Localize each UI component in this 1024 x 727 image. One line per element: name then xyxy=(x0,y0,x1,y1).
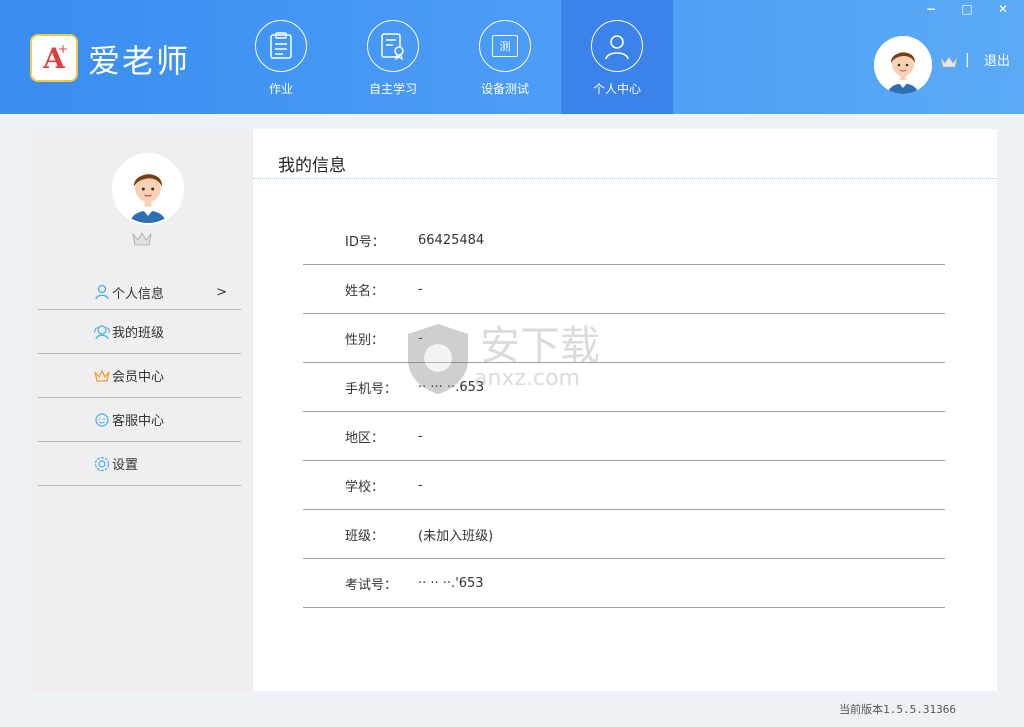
field-value: ·· ·· ··.'653 xyxy=(418,575,484,591)
field-value: - xyxy=(418,428,423,444)
nav-self-study-label: 自主学习 xyxy=(368,82,417,96)
sidebar-item-member-center[interactable]: 会员中心 xyxy=(38,354,241,398)
info-row-exam-number: 考试号： ·· ·· ··.'653 xyxy=(303,559,945,608)
window-controls: − □ ✕ xyxy=(924,2,1010,16)
sidebar-item-label: 个人信息 xyxy=(112,286,165,302)
clipboard-icon xyxy=(255,20,307,72)
sidebar-item-personal-info[interactable]: 个人信息 > xyxy=(38,275,241,310)
sidebar-item-label: 设置 xyxy=(112,458,139,473)
person-icon xyxy=(94,284,110,300)
info-row-name: 姓名： - xyxy=(303,265,945,314)
field-value: - xyxy=(418,477,423,493)
device-test-icon: 测 xyxy=(479,20,531,72)
maximize-button[interactable]: □ xyxy=(960,2,974,16)
field-value: (未加入班级) xyxy=(418,528,494,544)
watermark: 安下载 anxz.com xyxy=(402,320,600,396)
nav-personal-center[interactable]: 个人中心 xyxy=(561,0,673,114)
nav-self-study[interactable]: 自主学习 xyxy=(337,0,449,114)
study-certificate-icon xyxy=(367,20,419,72)
watermark-subtext: anxz.com xyxy=(474,365,580,391)
info-row-phone: 手机号： ·· ··· ··.653 xyxy=(303,363,945,412)
field-label: 手机号： xyxy=(345,381,398,397)
page-title: 我的信息 xyxy=(278,156,346,176)
nav-personal-center-label: 个人中心 xyxy=(592,82,641,96)
app-header: A + 爱老师 作业 自主学习 测 设备测试 个人中心 − □ ✕ | 退出 xyxy=(0,0,1024,114)
app-title: 爱老师 xyxy=(88,42,191,80)
sidebar-item-support[interactable]: 客服中心 xyxy=(38,398,241,442)
nav-homework[interactable]: 作业 xyxy=(225,0,337,114)
info-list: ID号： 66425484 姓名： - 性别： - 手机号： ·· ··· ··… xyxy=(303,216,945,608)
field-label: 学校： xyxy=(345,479,385,495)
logout-button[interactable]: 退出 xyxy=(978,51,1016,73)
nav-homework-label: 作业 xyxy=(268,82,293,96)
field-label: ID号： xyxy=(345,234,385,250)
class-group-icon xyxy=(94,324,110,340)
nav-device-test[interactable]: 测 设备测试 xyxy=(449,0,561,114)
sidebar: 个人信息 > 我的班级 会员中心 客服中心 设置 xyxy=(30,129,253,691)
info-row-id: ID号： 66425484 xyxy=(303,216,945,265)
version-label: 当前版本1.5.5.31366 xyxy=(839,703,956,716)
chevron-right-icon: > xyxy=(216,284,227,300)
user-icon xyxy=(591,20,643,72)
close-button[interactable]: ✕ xyxy=(996,2,1010,16)
sidebar-item-settings[interactable]: 设置 xyxy=(38,442,241,486)
settings-gear-icon xyxy=(94,456,110,472)
crown-icon xyxy=(94,368,110,384)
info-panel: 我的信息 ID号： 66425484 姓名： - 性别： - 手机号： ·· ·… xyxy=(253,129,997,691)
field-label: 姓名： xyxy=(345,283,385,299)
sidebar-menu: 个人信息 > 我的班级 会员中心 客服中心 设置 xyxy=(38,275,241,486)
member-crown-icon xyxy=(132,231,152,251)
header-separator: | xyxy=(965,52,970,68)
sidebar-avatar[interactable] xyxy=(112,153,184,225)
field-value: 66425484 xyxy=(418,232,485,248)
title-divider xyxy=(253,178,997,179)
field-value: - xyxy=(418,281,423,297)
header-avatar[interactable] xyxy=(874,36,932,94)
info-row-class: 班级： (未加入班级) xyxy=(303,510,945,559)
field-label: 班级： xyxy=(345,528,385,544)
device-test-glyph: 测 xyxy=(499,40,511,53)
support-smile-icon xyxy=(94,412,110,428)
info-row-region: 地区： - xyxy=(303,412,945,461)
field-label: 考试号： xyxy=(345,577,398,593)
crown-icon xyxy=(940,54,958,73)
field-label: 性别： xyxy=(345,332,385,348)
nav-device-test-label: 设备测试 xyxy=(480,82,529,96)
sidebar-item-my-class[interactable]: 我的班级 xyxy=(38,310,241,354)
status-bar: 当前版本1.5.5.31366 xyxy=(0,691,1024,727)
logo-plus-mark: + xyxy=(57,42,68,56)
info-row-gender: 性别： - xyxy=(303,314,945,363)
info-row-school: 学校： - xyxy=(303,461,945,510)
field-label: 地区： xyxy=(345,430,385,446)
watermark-text: 安下载 xyxy=(480,322,600,369)
main-nav: 作业 自主学习 测 设备测试 个人中心 xyxy=(225,0,673,114)
shield-watermark-icon xyxy=(408,324,468,394)
app-logo: A + xyxy=(30,34,78,82)
sidebar-item-label: 我的班级 xyxy=(112,326,165,341)
minimize-button[interactable]: − xyxy=(924,2,938,16)
sidebar-item-label: 会员中心 xyxy=(112,370,165,385)
sidebar-item-label: 客服中心 xyxy=(112,414,165,429)
